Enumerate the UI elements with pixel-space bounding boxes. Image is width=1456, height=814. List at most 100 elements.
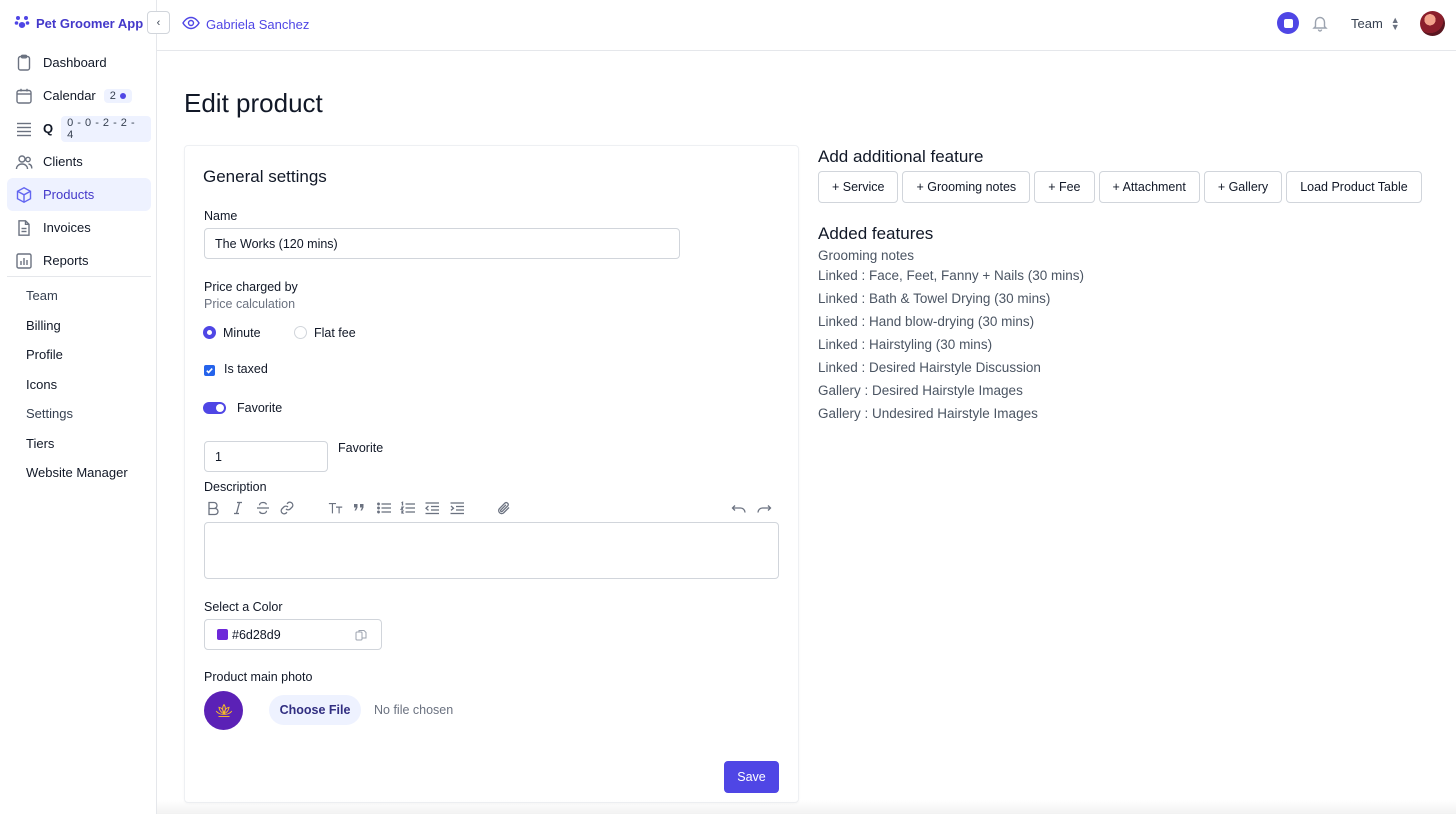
link-icon[interactable] [278, 498, 296, 518]
price-label: Price charged by [204, 280, 298, 294]
radio-minute-label: Minute [223, 326, 261, 340]
sidebar-link-tiers[interactable]: Tiers [26, 429, 128, 459]
viewing-as[interactable]: Gabriela Sanchez [182, 14, 309, 35]
record-button[interactable] [1277, 12, 1299, 34]
collapse-sidebar-button[interactable]: ‹ [147, 11, 170, 34]
redo-icon[interactable] [755, 498, 773, 518]
sidebar-item-clients[interactable]: Clients [7, 145, 151, 178]
favorite-field-label: Favorite [338, 441, 384, 455]
sidebar: Pet Groomer App Dashboard Calendar 2 Q 0… [0, 0, 157, 814]
page-title: Edit product [184, 88, 323, 118]
color-picker-icon[interactable] [355, 629, 367, 641]
radio-minute[interactable] [203, 326, 216, 339]
radio-flat-fee[interactable] [294, 326, 307, 339]
add-service-button[interactable]: + Service [818, 171, 899, 203]
load-product-table-button[interactable]: Load Product Table [1286, 171, 1422, 203]
list-item: Linked : Hairstyling (30 mins) [818, 337, 993, 352]
chevron-updown-icon: ▲ ▼ [1390, 14, 1400, 32]
sidebar-link-billing[interactable]: Billing [26, 311, 128, 341]
paw-icon [14, 14, 30, 33]
topbar [157, 0, 1456, 51]
sidebar-item-calendar[interactable]: Calendar 2 [7, 79, 151, 112]
sidebar-item-label: Q [43, 121, 54, 136]
add-feature-buttons: + Service + Grooming notes + Fee + Attac… [818, 171, 1422, 203]
list-item: Gallery : Desired Hairstyle Images [818, 383, 1023, 398]
indent-icon[interactable] [448, 498, 466, 518]
heading-icon[interactable] [326, 498, 346, 518]
document-icon [15, 219, 33, 237]
name-label: Name [204, 209, 238, 223]
sidebar-item-label: Calendar [43, 88, 96, 103]
add-attachment-button[interactable]: + Attachment [1098, 171, 1200, 203]
sidebar-item-label: Reports [43, 253, 89, 268]
color-value: #6d28d9 [232, 627, 281, 642]
outdent-icon[interactable] [423, 498, 441, 518]
description-label: Description [204, 480, 267, 494]
viewing-user-name: Gabriela Sanchez [206, 17, 310, 32]
list-item: Grooming notes [818, 248, 915, 263]
sidebar-link-icons[interactable]: Icons [26, 370, 128, 400]
main-nav: Dashboard Calendar 2 Q 0 - 0 - 2 - 2 - 4… [7, 46, 151, 277]
queue-icon [15, 120, 33, 138]
bell-icon[interactable] [1311, 14, 1329, 32]
price-sublabel: Price calculation [204, 297, 296, 311]
color-label: Select a Color [204, 600, 283, 614]
sidebar-item-label: Dashboard [43, 55, 107, 70]
general-settings-title: General settings [203, 167, 327, 186]
color-input[interactable]: #6d28d9 [204, 619, 382, 650]
favorite-order-input[interactable]: 1 [204, 441, 328, 472]
sidebar-item-label: Invoices [43, 220, 91, 235]
sidebar-link-website-manager[interactable]: Website Manager [26, 458, 128, 488]
app-name: Pet Groomer App [36, 16, 144, 31]
bold-icon[interactable] [204, 498, 222, 518]
file-status: No file chosen [374, 703, 454, 717]
sidebar-item-invoices[interactable]: Invoices [7, 211, 151, 244]
calendar-icon [15, 87, 33, 105]
add-gallery-button[interactable]: + Gallery [1203, 171, 1283, 203]
quote-icon[interactable] [350, 498, 368, 518]
name-input[interactable]: The Works (120 mins) [204, 228, 680, 259]
queue-count-badge: 0 - 0 - 2 - 2 - 4 [61, 115, 151, 142]
list-item: Linked : Desired Hairstyle Discussion [818, 360, 1041, 375]
favorite-toggle[interactable] [203, 402, 226, 414]
eye-icon [182, 14, 200, 35]
sidebar-item-reports[interactable]: Reports [7, 244, 151, 277]
sidebar-item-queue[interactable]: Q 0 - 0 - 2 - 2 - 4 [7, 112, 151, 145]
description-editor[interactable] [204, 522, 779, 579]
stop-icon [1283, 18, 1293, 28]
sidebar-item-products[interactable]: Products [7, 178, 151, 211]
brand[interactable]: Pet Groomer App [14, 14, 143, 33]
add-grooming-notes-button[interactable]: + Grooming notes [902, 171, 1031, 203]
secondary-nav: Team Billing Profile Icons Settings Tier… [26, 281, 128, 488]
check-icon [206, 367, 213, 374]
paperclip-icon[interactable] [495, 498, 513, 518]
editor-toolbar [204, 498, 779, 518]
color-swatch [217, 629, 228, 640]
team-selector[interactable]: Team ▲ ▼ [1351, 14, 1400, 32]
taxed-label: Is taxed [224, 362, 268, 376]
sidebar-link-team[interactable]: Team [26, 281, 128, 311]
add-fee-button[interactable]: + Fee [1034, 171, 1095, 203]
product-photo-thumbnail [204, 691, 243, 730]
users-icon [15, 153, 33, 171]
choose-file-button[interactable]: Choose File [269, 695, 361, 725]
undo-icon[interactable] [730, 498, 748, 518]
taxed-checkbox[interactable] [204, 365, 215, 376]
sidebar-item-label: Products [43, 187, 95, 202]
sidebar-link-profile[interactable]: Profile [26, 340, 128, 370]
favorite-toggle-label: Favorite [237, 401, 283, 415]
sidebar-divider [7, 276, 151, 277]
bullet-list-icon[interactable] [375, 498, 393, 518]
sidebar-item-dashboard[interactable]: Dashboard [7, 46, 151, 79]
numbered-list-icon[interactable] [399, 498, 417, 518]
added-features-title: Added features [818, 224, 934, 243]
bottom-fade [157, 800, 1456, 814]
save-button[interactable]: Save [724, 761, 779, 793]
list-item: Linked : Face, Feet, Fanny + Nails (30 m… [818, 268, 1084, 283]
list-item: Gallery : Undesired Hairstyle Images [818, 406, 1038, 421]
italic-icon[interactable] [229, 498, 247, 518]
strikethrough-icon[interactable] [254, 498, 272, 518]
avatar[interactable] [1420, 11, 1445, 36]
sidebar-link-settings[interactable]: Settings [26, 399, 128, 429]
list-item: Linked : Hand blow-drying (30 mins) [818, 314, 1035, 329]
